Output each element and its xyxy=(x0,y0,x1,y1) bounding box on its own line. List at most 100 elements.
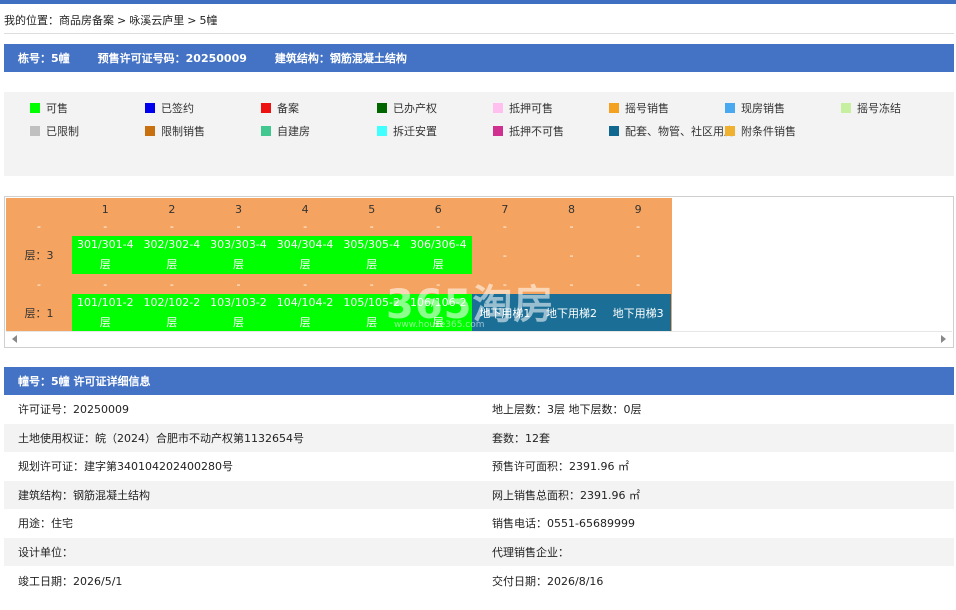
detail-right-field: 代理销售企业： xyxy=(492,546,569,559)
underground-elevator-cell[interactable]: 地下用梯1 xyxy=(471,294,539,331)
legend-swatch xyxy=(145,126,155,136)
legend-label: 配套、物管、社区用房 xyxy=(625,125,735,138)
horizontal-scrollbar[interactable] xyxy=(6,331,952,347)
underground-elevator-cell[interactable]: 地下用梯3 xyxy=(604,294,672,331)
detail-row: 设计单位： 代理销售企业： xyxy=(4,538,954,566)
unit-cell[interactable]: 304/304-4 层 xyxy=(271,236,339,274)
empty-cell: - xyxy=(636,248,641,262)
breadcrumb-item-building[interactable]: 5幢 xyxy=(199,14,217,27)
detail-left-field: 建筑结构：钢筋混凝土结构 xyxy=(18,488,150,502)
unit-number: 302/302-4 xyxy=(143,238,201,251)
unit-cell[interactable]: 106/106-2 层 xyxy=(405,294,472,331)
detail-right-field: 销售电话：0551-65689999 xyxy=(492,517,635,531)
unit-cell[interactable]: 101/101-2 层 xyxy=(72,294,139,331)
legend-item: 备案 xyxy=(261,100,299,116)
column-header: 1 xyxy=(101,202,109,216)
unit-cell[interactable]: 104/104-2 层 xyxy=(271,294,339,331)
legend-swatch xyxy=(261,126,271,136)
legend-swatch xyxy=(377,126,387,136)
legend-item: 已签约 xyxy=(145,100,194,116)
detail-right-field: 地上层数：3层 地下层数：0层 xyxy=(492,403,642,416)
column-header: 6 xyxy=(434,202,442,216)
status-legend: 可售 已签约 备案 已办产权 抵押可售 摇号销售 现房销售 摇号冻结 已限制 限制销售 自建房 拆迁安… xyxy=(4,92,954,176)
unit-number: 105/105-2 xyxy=(343,295,401,309)
unit-cell[interactable]: 305/305-4 层 xyxy=(338,236,405,274)
legend-item: 抵押不可售 xyxy=(493,123,564,139)
detail-left-field: 用途：住宅 xyxy=(18,517,73,531)
legend-label: 已限制 xyxy=(46,125,79,138)
unit-cell[interactable]: 103/103-2 层 xyxy=(205,294,272,331)
column-header: 8 xyxy=(567,202,575,216)
column-dash: - xyxy=(236,277,241,291)
unit-cell[interactable]: 102/102-2 层 xyxy=(138,294,206,331)
legend-item: 附条件销售 xyxy=(725,123,796,139)
legend-swatch xyxy=(725,126,735,136)
column-dash: - xyxy=(502,277,507,291)
detail-left-field: 许可证号：20250009 xyxy=(18,403,129,416)
column-dash: - xyxy=(103,277,108,291)
unit-grid: 1 2 3 4 5 6 7 8 9- - - - - - - - - - 层：3 301/301-4 层 302/302-… xyxy=(6,198,672,331)
detail-left-field: 土地使用权证：皖（2024）合肥市不动产权第1132654号 xyxy=(18,431,304,445)
breadcrumb: 我的位置：商品房备案 > 咏溪云庐里 >5幢 xyxy=(4,12,217,28)
legend-label: 抵押不可售 xyxy=(509,125,564,138)
legend-swatch xyxy=(841,103,851,113)
legend-label: 已办产权 xyxy=(393,102,437,115)
column-dash: - xyxy=(169,277,174,291)
floor-dash: - xyxy=(37,219,41,233)
legend-swatch xyxy=(725,103,735,113)
unit-cell[interactable]: 302/302-4 层 xyxy=(138,236,206,274)
unit-grid-panel: 1 2 3 4 5 6 7 8 9- - - - - - - - - - 层：3 301/301-4 层 302/302-… xyxy=(4,196,954,348)
detail-left-field: 规划许可证：建字第340104202400280号 xyxy=(18,460,233,474)
column-dash: - xyxy=(369,219,374,233)
column-dash: - xyxy=(303,219,308,233)
legend-label: 附条件销售 xyxy=(741,125,796,138)
unit-cell[interactable]: 105/105-2 层 xyxy=(338,294,405,331)
detail-right-field: 预售许可面积：2391.96 ㎡ xyxy=(492,460,629,474)
column-dash: - xyxy=(636,219,641,233)
detail-row: 规划许可证：建字第340104202400280号 预售许可面积：2391.96 … xyxy=(4,452,954,480)
unit-cell[interactable]: 301/301-4 层 xyxy=(72,236,139,274)
building-structure: 建筑结构：钢筋混凝土结构 xyxy=(274,52,407,65)
top-accent-bar xyxy=(0,0,956,4)
legend-label: 摇号冻结 xyxy=(857,102,901,115)
column-dash: - xyxy=(236,219,241,233)
legend-item: 抵押可售 xyxy=(493,100,553,116)
unit-cell[interactable]: 303/303-4 层 xyxy=(205,236,272,274)
underground-elevator-cell[interactable]: 地下用梯2 xyxy=(538,294,605,331)
breadcrumb-prefix: 我的位置： xyxy=(4,14,59,27)
column-header: 9 xyxy=(634,202,642,216)
legend-item: 已办产权 xyxy=(377,100,437,116)
unit-number: 103/103-2 xyxy=(210,295,267,309)
column-dash: - xyxy=(103,219,108,233)
unit-cell[interactable]: 306/306-4 层 xyxy=(405,236,472,274)
legend-swatch xyxy=(609,126,619,136)
unit-number: 303/303-4 xyxy=(210,238,267,251)
floor-label: 层：3 xyxy=(24,249,54,262)
legend-item: 配套、物管、社区用房 xyxy=(609,123,735,139)
breadcrumb-separator: > xyxy=(117,14,127,27)
breadcrumb-item-sales-filing[interactable]: 商品房备案 xyxy=(59,14,114,27)
column-dash: - xyxy=(569,277,574,291)
column-header: 7 xyxy=(501,202,509,216)
legend-label: 可售 xyxy=(46,102,68,115)
permit-detail-title: 幢号：5幢 许可证详细信息 xyxy=(18,375,151,388)
detail-left-field: 设计单位： xyxy=(18,546,73,559)
scroll-right-arrow-icon[interactable] xyxy=(941,335,946,343)
detail-row: 竣工日期：2026/5/1 交付日期：2026/8/16 xyxy=(4,567,954,595)
column-header: 5 xyxy=(368,202,376,216)
column-header: 4 xyxy=(301,202,309,216)
column-dash: - xyxy=(369,277,374,291)
breadcrumb-item-project[interactable]: 咏溪云庐里 xyxy=(129,14,184,27)
detail-right-field: 交付日期：2026/8/16 xyxy=(492,574,604,588)
legend-label: 备案 xyxy=(277,102,299,115)
unit-number: 301/301-4 xyxy=(76,238,134,251)
unit-suffix: 层 xyxy=(232,315,244,329)
unit-suffix: 层 xyxy=(232,258,244,271)
floor-label: 层：1 xyxy=(24,306,54,320)
legend-swatch xyxy=(609,103,619,113)
legend-swatch xyxy=(493,103,503,113)
empty-cell: - xyxy=(569,248,574,262)
legend-swatch xyxy=(145,103,155,113)
unit-suffix: 层 xyxy=(366,315,378,329)
scroll-left-arrow-icon[interactable] xyxy=(12,335,17,343)
